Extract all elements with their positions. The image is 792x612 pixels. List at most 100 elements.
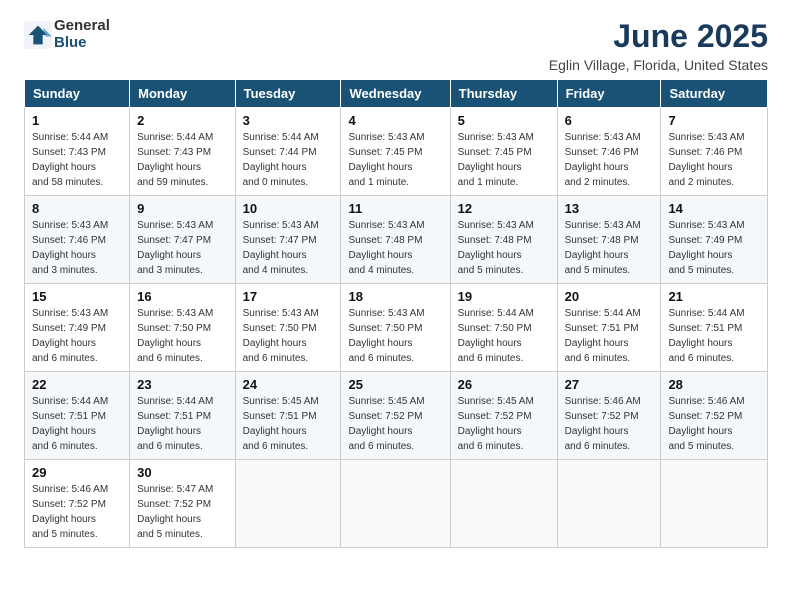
calendar-table: SundayMondayTuesdayWednesdayThursdayFrid… (24, 79, 768, 548)
day-number: 7 (668, 113, 760, 128)
day-info: Sunrise: 5:44 AMSunset: 7:51 PMDaylight … (137, 394, 227, 454)
day-info: Sunrise: 5:46 AMSunset: 7:52 PMDaylight … (668, 394, 760, 454)
day-info: Sunrise: 5:43 AMSunset: 7:47 PMDaylight … (243, 218, 334, 278)
logo-general-text: General (54, 18, 110, 35)
day-info: Sunrise: 5:46 AMSunset: 7:52 PMDaylight … (565, 394, 654, 454)
header: General Blue June 2025 Eglin Village, Fl… (24, 18, 768, 73)
calendar-cell: 9Sunrise: 5:43 AMSunset: 7:47 PMDaylight… (130, 196, 235, 284)
day-info: Sunrise: 5:44 AMSunset: 7:51 PMDaylight … (668, 306, 760, 366)
logo: General Blue (24, 18, 110, 51)
day-number: 16 (137, 289, 227, 304)
day-info: Sunrise: 5:44 AMSunset: 7:43 PMDaylight … (137, 130, 227, 190)
calendar-cell: 1Sunrise: 5:44 AMSunset: 7:43 PMDaylight… (25, 108, 130, 196)
calendar-cell: 27 Sunrise: 5:46 AMSunset: 7:52 PMDayligh… (557, 372, 661, 460)
calendar-cell: 6 Sunrise: 5:43 AMSunset: 7:46 PMDaylight… (557, 108, 661, 196)
day-of-week-header: Thursday (450, 80, 557, 108)
calendar-cell: 11 Sunrise: 5:43 AMSunset: 7:48 PMDayligh… (341, 196, 450, 284)
calendar-cell: 10 Sunrise: 5:43 AMSunset: 7:47 PMDayligh… (235, 196, 341, 284)
calendar-cell (235, 460, 341, 548)
calendar-week-row: 1Sunrise: 5:44 AMSunset: 7:43 PMDaylight… (25, 108, 768, 196)
day-info: Sunrise: 5:43 AMSunset: 7:45 PMDaylight … (458, 130, 550, 190)
calendar-cell: 28 Sunrise: 5:46 AMSunset: 7:52 PMDayligh… (661, 372, 768, 460)
day-of-week-header: Wednesday (341, 80, 450, 108)
calendar-cell (661, 460, 768, 548)
day-info: Sunrise: 5:43 AMSunset: 7:45 PMDaylight … (348, 130, 442, 190)
day-info: Sunrise: 5:43 AMSunset: 7:50 PMDaylight … (137, 306, 227, 366)
day-info: Sunrise: 5:43 AMSunset: 7:50 PMDaylight … (243, 306, 334, 366)
calendar-cell: 22 Sunrise: 5:44 AMSunset: 7:51 PMDayligh… (25, 372, 130, 460)
calendar-cell: 15 Sunrise: 5:43 AMSunset: 7:49 PMDayligh… (25, 284, 130, 372)
day-info: Sunrise: 5:47 AMSunset: 7:52 PMDaylight … (137, 482, 227, 542)
day-number: 28 (668, 377, 760, 392)
calendar-week-row: 22 Sunrise: 5:44 AMSunset: 7:51 PMDayligh… (25, 372, 768, 460)
calendar-cell: 8Sunrise: 5:43 AMSunset: 7:46 PMDaylight… (25, 196, 130, 284)
day-of-week-header: Friday (557, 80, 661, 108)
main-title: June 2025 (549, 18, 768, 55)
day-number: 13 (565, 201, 654, 216)
calendar-cell (557, 460, 661, 548)
calendar-cell: 19 Sunrise: 5:44 AMSunset: 7:50 PMDayligh… (450, 284, 557, 372)
day-number: 25 (348, 377, 442, 392)
calendar-cell: 25 Sunrise: 5:45 AMSunset: 7:52 PMDayligh… (341, 372, 450, 460)
subtitle: Eglin Village, Florida, United States (549, 57, 768, 73)
calendar-cell: 23 Sunrise: 5:44 AMSunset: 7:51 PMDayligh… (130, 372, 235, 460)
day-number: 27 (565, 377, 654, 392)
calendar-cell: 17 Sunrise: 5:43 AMSunset: 7:50 PMDayligh… (235, 284, 341, 372)
day-info: Sunrise: 5:43 AMSunset: 7:48 PMDaylight … (458, 218, 550, 278)
calendar-cell (341, 460, 450, 548)
calendar-cell: 20Sunrise: 5:44 AMSunset: 7:51 PMDayligh… (557, 284, 661, 372)
calendar-cell: 24Sunrise: 5:45 AMSunset: 7:51 PMDayligh… (235, 372, 341, 460)
calendar-cell: 26Sunrise: 5:45 AMSunset: 7:52 PMDayligh… (450, 372, 557, 460)
day-info: Sunrise: 5:43 AMSunset: 7:49 PMDaylight … (32, 306, 122, 366)
day-number: 26 (458, 377, 550, 392)
day-number: 30 (137, 465, 227, 480)
day-number: 14 (668, 201, 760, 216)
day-number: 21 (668, 289, 760, 304)
calendar-cell: 30 Sunrise: 5:47 AMSunset: 7:52 PMDayligh… (130, 460, 235, 548)
day-number: 22 (32, 377, 122, 392)
logo-icon (24, 21, 52, 49)
calendar-cell: 14Sunrise: 5:43 AMSunset: 7:49 PMDayligh… (661, 196, 768, 284)
day-of-week-header: Tuesday (235, 80, 341, 108)
day-of-week-header: Saturday (661, 80, 768, 108)
calendar-cell: 16 Sunrise: 5:43 AMSunset: 7:50 PMDayligh… (130, 284, 235, 372)
day-number: 23 (137, 377, 227, 392)
day-number: 4 (348, 113, 442, 128)
day-info: Sunrise: 5:43 AMSunset: 7:50 PMDaylight … (348, 306, 442, 366)
day-number: 20 (565, 289, 654, 304)
day-number: 5 (458, 113, 550, 128)
title-block: June 2025 Eglin Village, Florida, United… (549, 18, 768, 73)
day-number: 6 (565, 113, 654, 128)
day-info: Sunrise: 5:43 AMSunset: 7:48 PMDaylight … (348, 218, 442, 278)
day-info: Sunrise: 5:43 AMSunset: 7:48 PMDaylight … (565, 218, 654, 278)
day-info: Sunrise: 5:44 AMSunset: 7:44 PMDaylight … (243, 130, 334, 190)
day-number: 15 (32, 289, 122, 304)
calendar-cell: 29 Sunrise: 5:46 AMSunset: 7:52 PMDayligh… (25, 460, 130, 548)
calendar-cell: 7Sunrise: 5:43 AMSunset: 7:46 PMDaylight… (661, 108, 768, 196)
calendar-cell: 5 Sunrise: 5:43 AMSunset: 7:45 PMDaylight… (450, 108, 557, 196)
calendar-cell: 4 Sunrise: 5:43 AMSunset: 7:45 PMDaylight… (341, 108, 450, 196)
calendar-cell: 3 Sunrise: 5:44 AMSunset: 7:44 PMDaylight… (235, 108, 341, 196)
day-info: Sunrise: 5:46 AMSunset: 7:52 PMDaylight … (32, 482, 122, 542)
calendar-week-row: 29 Sunrise: 5:46 AMSunset: 7:52 PMDayligh… (25, 460, 768, 548)
calendar-week-row: 15 Sunrise: 5:43 AMSunset: 7:49 PMDayligh… (25, 284, 768, 372)
day-number: 29 (32, 465, 122, 480)
logo-text: General Blue (54, 18, 110, 51)
day-number: 9 (137, 201, 227, 216)
calendar-cell: 18 Sunrise: 5:43 AMSunset: 7:50 PMDayligh… (341, 284, 450, 372)
day-number: 18 (348, 289, 442, 304)
day-info: Sunrise: 5:44 AMSunset: 7:51 PMDaylight … (32, 394, 122, 454)
calendar-cell: 21 Sunrise: 5:44 AMSunset: 7:51 PMDayligh… (661, 284, 768, 372)
logo-blue-text: Blue (54, 35, 110, 52)
day-number: 17 (243, 289, 334, 304)
day-info: Sunrise: 5:44 AMSunset: 7:50 PMDaylight … (458, 306, 550, 366)
page: General Blue June 2025 Eglin Village, Fl… (0, 0, 792, 566)
day-number: 3 (243, 113, 334, 128)
day-info: Sunrise: 5:43 AMSunset: 7:46 PMDaylight … (565, 130, 654, 190)
day-number: 11 (348, 201, 442, 216)
day-number: 19 (458, 289, 550, 304)
day-info: Sunrise: 5:45 AMSunset: 7:52 PMDaylight … (348, 394, 442, 454)
day-number: 10 (243, 201, 334, 216)
calendar-cell: 2Sunrise: 5:44 AMSunset: 7:43 PMDaylight… (130, 108, 235, 196)
day-of-week-header: Sunday (25, 80, 130, 108)
